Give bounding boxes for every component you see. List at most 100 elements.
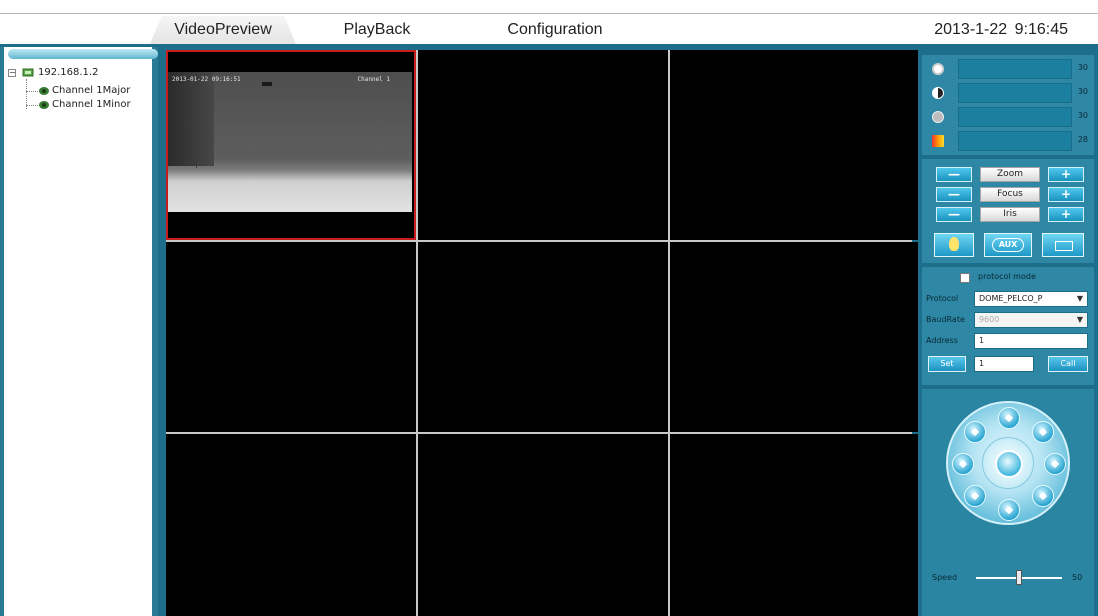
brightness-value: 30 bbox=[1077, 63, 1088, 72]
protocol-select-value: DOME_PELCO_P bbox=[979, 294, 1043, 303]
device-tree-header bbox=[8, 49, 158, 59]
control-panel: 30 30 30 28 — Zoom + — Focus + — Iris + … bbox=[918, 47, 1098, 616]
hue-slider[interactable] bbox=[958, 131, 1072, 151]
ptz-up-left-button[interactable] bbox=[964, 421, 986, 443]
ptz-direction-pad bbox=[946, 401, 1070, 525]
video-cell-1[interactable]: 2013-01-22 09:16:51 Channel 1 bbox=[166, 50, 416, 240]
ptz-up-button[interactable] bbox=[998, 407, 1020, 429]
ptz-left-button[interactable] bbox=[952, 453, 974, 475]
video-cell-8[interactable] bbox=[418, 434, 668, 616]
image-settings-pane: 30 30 30 28 bbox=[922, 55, 1094, 155]
osd-marker bbox=[262, 82, 272, 86]
tab-configuration[interactable]: Configuration bbox=[490, 16, 620, 44]
camera-icon bbox=[39, 101, 49, 109]
zoom-in-button[interactable]: + bbox=[1048, 167, 1084, 182]
top-bar: VideoPreview PlayBack Configuration 2013… bbox=[0, 0, 1098, 47]
address-input[interactable]: 1 bbox=[974, 333, 1088, 349]
clock-datetime: 2013-1-22 9:16:45 bbox=[934, 21, 1068, 38]
tree-connector bbox=[26, 105, 38, 106]
ptz-auto-button[interactable] bbox=[995, 450, 1023, 478]
focus-label: Focus bbox=[980, 187, 1040, 202]
top-border bbox=[0, 13, 1098, 14]
ptz-down-button[interactable] bbox=[998, 499, 1020, 521]
protocol-select[interactable]: DOME_PELCO_P ▼ bbox=[974, 291, 1088, 307]
video-cell-5[interactable] bbox=[418, 242, 668, 432]
hue-row: 28 bbox=[928, 129, 1088, 153]
dvr-device-icon bbox=[22, 68, 34, 77]
focus-near-button[interactable]: — bbox=[936, 187, 972, 202]
brightness-slider[interactable] bbox=[958, 59, 1072, 79]
ptz-down-right-button[interactable] bbox=[1032, 485, 1054, 507]
protocol-mode-label: protocol mode bbox=[978, 272, 1036, 281]
zoom-out-button[interactable]: — bbox=[936, 167, 972, 182]
saturation-row: 30 bbox=[928, 105, 1088, 129]
tree-expander-icon[interactable]: − bbox=[8, 69, 16, 77]
tab-video-preview[interactable]: VideoPreview bbox=[150, 16, 296, 44]
iris-label: Iris bbox=[980, 207, 1040, 222]
speed-label: Speed bbox=[932, 573, 958, 582]
camera-icon bbox=[39, 87, 49, 95]
address-label: Address bbox=[926, 336, 958, 345]
focus-far-button[interactable]: + bbox=[1048, 187, 1084, 202]
video-cell-3[interactable] bbox=[670, 50, 920, 240]
tab-playback[interactable]: PlayBack bbox=[322, 16, 432, 44]
baudrate-label: BaudRate bbox=[926, 315, 965, 324]
video-cell-9[interactable] bbox=[670, 434, 920, 616]
baudrate-select-value: 9600 bbox=[979, 315, 1000, 324]
ptz-down-left-button[interactable] bbox=[964, 485, 986, 507]
feed-edge bbox=[196, 72, 197, 168]
osd-channel: Channel 1 bbox=[357, 76, 390, 83]
contrast-row: 30 bbox=[928, 81, 1088, 105]
feed-wall bbox=[168, 72, 214, 166]
light-button[interactable] bbox=[934, 233, 974, 257]
tree-device-node[interactable]: 192.168.1.2 bbox=[38, 67, 98, 79]
iris-row: — Iris + bbox=[936, 207, 1084, 223]
tree-channel-major[interactable]: Channel 1Major bbox=[52, 85, 130, 97]
contrast-value: 30 bbox=[1077, 87, 1088, 96]
camera-feed bbox=[168, 72, 412, 212]
video-cell-2[interactable] bbox=[418, 50, 668, 240]
zoom-label: Zoom bbox=[980, 167, 1040, 182]
contrast-icon bbox=[932, 87, 944, 99]
ptz-pane: Speed 50 bbox=[922, 389, 1094, 616]
aux-button[interactable]: AUX bbox=[984, 233, 1032, 257]
wiper-button[interactable] bbox=[1042, 233, 1084, 257]
aux-label: AUX bbox=[992, 238, 1024, 252]
wiper-icon bbox=[1055, 241, 1073, 251]
video-cell-6[interactable] bbox=[670, 242, 920, 432]
preset-call-button[interactable]: Call bbox=[1048, 356, 1088, 372]
saturation-value: 30 bbox=[1077, 111, 1088, 120]
light-bulb-icon bbox=[949, 237, 959, 251]
protocol-pane: protocol mode Protocol DOME_PELCO_P ▼ Ba… bbox=[922, 267, 1094, 385]
focus-row: — Focus + bbox=[936, 187, 1084, 203]
preset-set-button[interactable]: Set bbox=[928, 356, 966, 372]
preset-number-input[interactable]: 1 bbox=[974, 356, 1034, 372]
brightness-row: 30 bbox=[928, 57, 1088, 81]
osd-timestamp: 2013-01-22 09:16:51 bbox=[172, 76, 241, 83]
protocol-label: Protocol bbox=[926, 294, 959, 303]
speed-slider-thumb[interactable] bbox=[1016, 570, 1022, 585]
tree-channel-minor[interactable]: Channel 1Minor bbox=[52, 99, 131, 111]
video-cell-7[interactable] bbox=[166, 434, 416, 616]
saturation-icon bbox=[932, 111, 944, 123]
lens-control-pane: — Zoom + — Focus + — Iris + AUX bbox=[922, 159, 1094, 263]
chevron-down-icon: ▼ bbox=[1076, 294, 1083, 303]
saturation-slider[interactable] bbox=[958, 107, 1072, 127]
aux-row: AUX bbox=[934, 233, 1086, 259]
protocol-mode-checkbox[interactable] bbox=[960, 273, 970, 283]
chevron-down-icon: ▼ bbox=[1076, 315, 1083, 324]
iris-close-button[interactable]: — bbox=[936, 207, 972, 222]
ptz-right-button[interactable] bbox=[1044, 453, 1066, 475]
ptz-up-right-button[interactable] bbox=[1032, 421, 1054, 443]
hue-value: 28 bbox=[1077, 135, 1088, 144]
iris-open-button[interactable]: + bbox=[1048, 207, 1084, 222]
tree-connector bbox=[26, 91, 38, 92]
hue-icon bbox=[932, 135, 944, 147]
speed-value: 50 bbox=[1072, 573, 1083, 582]
baudrate-select[interactable]: 9600 ▼ bbox=[974, 312, 1088, 328]
contrast-slider[interactable] bbox=[958, 83, 1072, 103]
zoom-row: — Zoom + bbox=[936, 167, 1084, 183]
video-cell-4[interactable] bbox=[166, 242, 416, 432]
brightness-icon bbox=[932, 63, 944, 75]
device-tree-panel: − 192.168.1.2 Channel 1Major Channel 1Mi… bbox=[0, 47, 158, 616]
